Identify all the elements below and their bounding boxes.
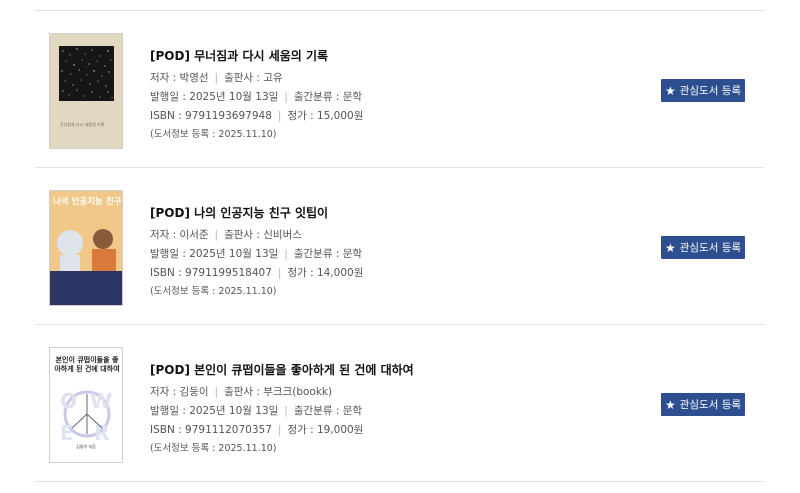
book-cover[interactable]: 나의 인공지능 친구 잇팁이 <box>49 190 123 306</box>
separator: | <box>214 72 219 84</box>
book-category: 출간분류 : 문학 <box>293 405 363 417</box>
cover-title-text: 무너짐과 다시 세움의 기록 <box>60 122 105 127</box>
separator: | <box>277 110 282 122</box>
svg-text:W: W <box>90 389 112 413</box>
add-favorite-label: 관심도서 등록 <box>679 85 742 97</box>
star-icon: ★ <box>664 240 676 255</box>
star-icon: ★ <box>664 397 676 412</box>
book-date-category: 발행일 : 2025년 10월 13일 | 출간분류 : 문학 <box>150 248 362 261</box>
book-date: 발행일 : 2025년 10월 13일 <box>150 405 279 417</box>
book-list: 무너짐과 다시 세움의 기록 [POD] 무너짐과 다시 세움의 기록 저자 :… <box>35 10 764 482</box>
cover-artwork <box>59 46 114 101</box>
book-date: 발행일 : 2025년 10월 13일 <box>150 91 279 103</box>
separator: | <box>284 405 288 417</box>
stars-pattern <box>61 48 113 99</box>
book-isbn-price: ISBN : 9791193697948 | 정가 : 15,000원 <box>150 110 363 123</box>
star-icon: ★ <box>664 83 676 98</box>
book-publisher: 출판사 : 신비버스 <box>224 229 302 241</box>
book-cover[interactable]: O W E R 본인이 큐떱이들을 좋아하게 된 건에 대하여 김둥이 지음 <box>49 347 123 463</box>
book-item: 무너짐과 다시 세움의 기록 [POD] 무너짐과 다시 세움의 기록 저자 :… <box>35 11 764 168</box>
cover-band <box>50 271 122 305</box>
svg-text:R: R <box>94 421 109 445</box>
book-author: 저자 : 김둥이 <box>150 386 209 398</box>
book-registered-date: (도서정보 등록 : 2025.11.10) <box>150 129 277 140</box>
book-cover[interactable]: 무너짐과 다시 세움의 기록 <box>49 33 123 149</box>
add-favorite-label: 관심도서 등록 <box>679 399 742 411</box>
book-item: 나의 인공지능 친구 잇팁이 [POD] 나의 인공지능 친구 잇팁이 저자 :… <box>35 168 764 325</box>
book-title[interactable]: [POD] 본인이 큐떱이들을 좋아하게 된 건에 대하여 <box>150 363 414 377</box>
book-isbn-price: ISBN : 9791199518407 | 정가 : 14,000원 <box>150 267 363 280</box>
book-category: 출간분류 : 문학 <box>293 248 363 260</box>
book-isbn: ISBN : 9791193697948 <box>150 110 272 122</box>
book-item: O W E R 본인이 큐떱이들을 좋아하게 된 건에 대하여 김둥이 지음 [… <box>35 325 764 482</box>
book-isbn: ISBN : 9791199518407 <box>150 267 272 279</box>
cover-author-text: 김둥이 지음 <box>76 444 96 449</box>
svg-text:E: E <box>60 421 74 445</box>
book-author-publisher: 저자 : 박영선 | 출판사 : 고유 <box>150 72 283 85</box>
book-isbn: ISBN : 9791112070357 <box>150 424 272 436</box>
book-isbn-price: ISBN : 9791112070357 | 정가 : 19,000원 <box>150 424 363 437</box>
book-registered-date: (도서정보 등록 : 2025.11.10) <box>150 443 277 454</box>
book-title[interactable]: [POD] 나의 인공지능 친구 잇팁이 <box>150 206 328 220</box>
book-category: 출간분류 : 문학 <box>293 91 363 103</box>
book-date-category: 발행일 : 2025년 10월 13일 | 출간분류 : 문학 <box>150 405 362 418</box>
book-author: 저자 : 이서준 <box>150 229 209 241</box>
book-price: 정가 : 14,000원 <box>287 267 364 279</box>
separator: | <box>277 267 282 279</box>
separator: | <box>284 91 288 103</box>
book-author: 저자 : 박영선 <box>150 72 209 84</box>
book-price: 정가 : 19,000원 <box>287 424 364 436</box>
separator: | <box>277 424 282 436</box>
add-favorite-button[interactable]: ★ 관심도서 등록 <box>661 79 745 102</box>
separator: | <box>214 229 219 241</box>
cover-title-text: 본인이 큐떱이들을 좋아하게 된 건에 대하여 <box>54 356 120 373</box>
book-date: 발행일 : 2025년 10월 13일 <box>150 248 279 260</box>
book-author-publisher: 저자 : 김둥이 | 출판사 : 부크크(bookk) <box>150 386 332 399</box>
add-favorite-label: 관심도서 등록 <box>679 242 742 254</box>
book-registered-date: (도서정보 등록 : 2025.11.10) <box>150 286 277 297</box>
svg-text:O: O <box>60 389 77 413</box>
add-favorite-button[interactable]: ★ 관심도서 등록 <box>661 236 745 259</box>
book-date-category: 발행일 : 2025년 10월 13일 | 출간분류 : 문학 <box>150 91 362 104</box>
book-publisher: 출판사 : 고유 <box>224 72 283 84</box>
cover-title-text: 나의 인공지능 친구 잇팁이 <box>53 197 122 207</box>
separator: | <box>284 248 288 260</box>
book-author-publisher: 저자 : 이서준 | 출판사 : 신비버스 <box>150 229 302 242</box>
book-publisher: 출판사 : 부크크(bookk) <box>224 386 333 398</box>
book-price: 정가 : 15,000원 <box>287 110 364 122</box>
add-favorite-button[interactable]: ★ 관심도서 등록 <box>661 393 745 416</box>
book-title[interactable]: [POD] 무너짐과 다시 세움의 기록 <box>150 49 328 63</box>
separator: | <box>214 386 219 398</box>
